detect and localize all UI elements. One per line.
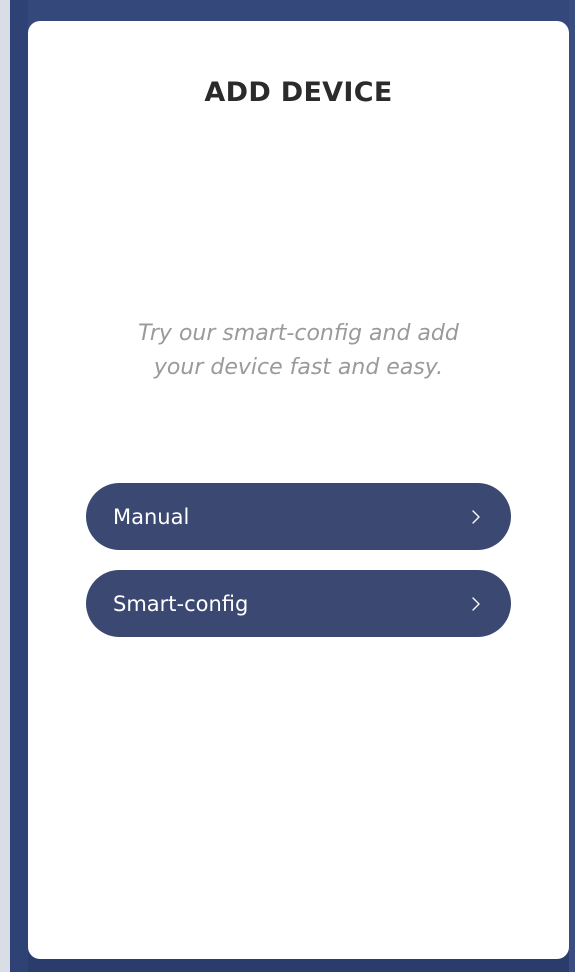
- description-line-1: Try our smart-config and add: [138, 321, 459, 346]
- backdrop-right-edge: [569, 0, 575, 972]
- backdrop-left-panel: [10, 0, 28, 972]
- chevron-right-icon: [472, 596, 480, 611]
- smart-config-description: Try our smart-config and add your device…: [88, 317, 509, 385]
- smart-config-button[interactable]: Smart-config: [86, 570, 511, 637]
- chevron-right-icon: [472, 509, 480, 524]
- page-title: ADD DEVICE: [204, 77, 393, 108]
- smart-config-button-label: Smart-config: [113, 591, 249, 616]
- backdrop-left-edge: [0, 0, 10, 972]
- manual-button-label: Manual: [113, 504, 190, 529]
- manual-button[interactable]: Manual: [86, 483, 511, 550]
- description-line-2: your device fast and easy.: [153, 355, 444, 380]
- add-device-card: ADD DEVICE Try our smart-config and add …: [28, 21, 569, 959]
